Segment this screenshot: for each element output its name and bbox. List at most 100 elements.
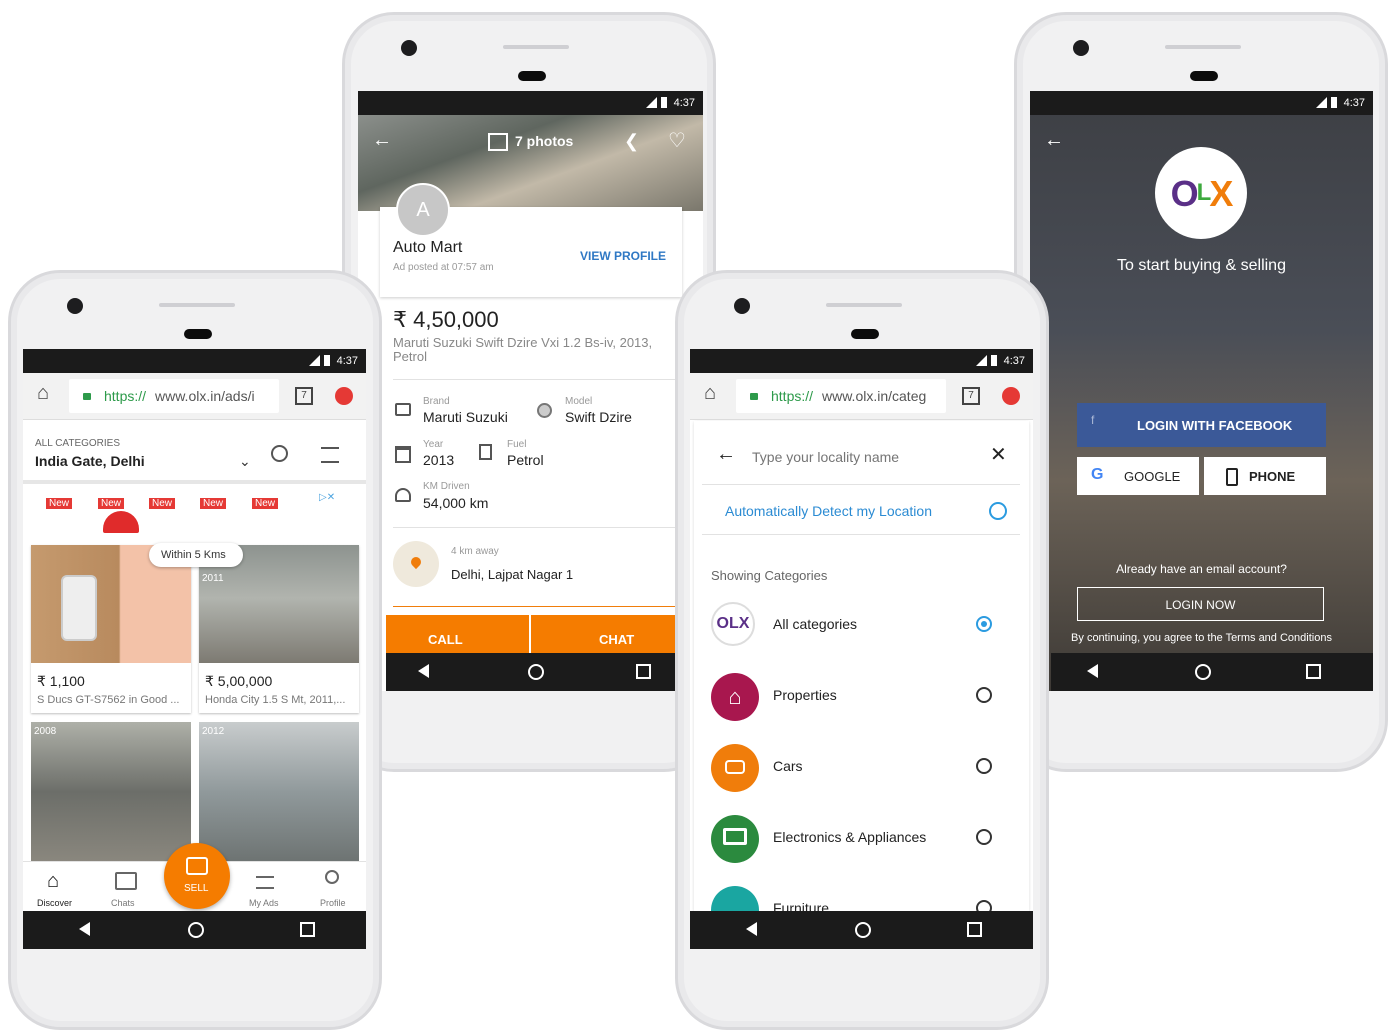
nav-home-icon[interactable]: [855, 922, 871, 938]
nav-discover[interactable]: Discover: [37, 898, 72, 908]
filter-icon[interactable]: [321, 447, 339, 463]
browser-menu-icon[interactable]: [1002, 387, 1020, 405]
listing-card[interactable]: 2012: [199, 722, 359, 862]
camera-icon: [186, 857, 208, 875]
radio-selected[interactable]: [976, 616, 992, 632]
url-field[interactable]: https:// www.olx.in/categ: [736, 379, 946, 413]
category-item[interactable]: Furniture: [690, 884, 1033, 911]
km-label: KM Driven: [423, 481, 470, 492]
nav-chats[interactable]: Chats: [111, 898, 135, 908]
nav-back-icon[interactable]: [746, 922, 757, 936]
nav-profile[interactable]: Profile: [320, 898, 346, 908]
favorite-heart-icon[interactable]: ♡: [668, 128, 686, 153]
tab-count: 7: [968, 390, 974, 401]
ad-banner[interactable]: New New New New New ▷✕: [43, 491, 351, 535]
back-arrow-icon[interactable]: ←: [372, 129, 392, 152]
nav-back-icon[interactable]: [79, 922, 90, 936]
earpiece: [1190, 71, 1218, 81]
terms-text[interactable]: By continuing, you agree to the Terms an…: [1030, 632, 1373, 644]
url-scheme: https://: [104, 388, 147, 404]
divider: [393, 606, 683, 607]
nav-recents-icon[interactable]: [636, 664, 651, 679]
tab-count-button[interactable]: 7: [962, 387, 980, 405]
list-icon[interactable]: [256, 876, 274, 889]
share-icon[interactable]: ❮: [624, 131, 639, 152]
chevron-down-icon[interactable]: ⌄: [239, 453, 251, 470]
status-bar: 4:37: [690, 349, 1033, 373]
radio-unselected[interactable]: [976, 829, 992, 845]
olx-logo: OLX: [1155, 147, 1247, 239]
year-badge: 2011: [202, 573, 224, 584]
chat-button[interactable]: CHAT: [531, 615, 676, 653]
close-icon[interactable]: ✕: [990, 442, 1007, 467]
system-navbar: [23, 911, 366, 949]
photos-count[interactable]: 7 photos: [515, 133, 573, 149]
car-icon: [711, 744, 759, 792]
location-screen: 4:37 ⌂ https:// www.olx.in/categ 7 ← ✕ A…: [690, 349, 1033, 949]
back-arrow-icon[interactable]: ←: [716, 443, 736, 466]
home-icon[interactable]: ⌂: [704, 382, 716, 405]
nav-home-icon[interactable]: [188, 922, 204, 938]
nav-back-icon[interactable]: [418, 664, 429, 678]
listing-card[interactable]: 2011 ₹ 5,00,000 Honda City 1.5 S Mt, 201…: [199, 545, 359, 713]
year-badge: 2008: [34, 726, 57, 737]
listing-card[interactable]: 2008: [31, 722, 191, 862]
speaker-grille: [503, 45, 569, 49]
seller-name: Auto Mart: [393, 239, 463, 256]
category-label: Electronics & Appliances: [773, 829, 927, 845]
car-brand-icon: [395, 403, 411, 416]
nav-recents-icon[interactable]: [967, 922, 982, 937]
dress-image: [103, 511, 139, 533]
category-item[interactable]: Cars: [690, 742, 1033, 792]
category-item[interactable]: OLX All categories: [690, 600, 1033, 650]
divider: [702, 484, 1020, 485]
phone-login-button[interactable]: PHONE: [1204, 457, 1326, 495]
radio-unselected[interactable]: [976, 758, 992, 774]
year-badge: 2012: [202, 726, 225, 737]
view-profile-button[interactable]: VIEW PROFILE: [580, 249, 666, 263]
nav-recents-icon[interactable]: [1306, 664, 1321, 679]
category-item[interactable]: Electronics & Appliances: [690, 813, 1033, 863]
lock-icon: [750, 393, 758, 400]
browser-menu-icon[interactable]: [335, 387, 353, 405]
nav-home-icon[interactable]: [1195, 664, 1211, 680]
listing-card[interactable]: ₹ 1,100 S Ducs GT-S7562 in Good ...: [31, 545, 191, 713]
account-prompt: Already have an email account?: [1116, 562, 1287, 576]
google-label: GOOGLE: [1124, 469, 1181, 484]
call-button[interactable]: CALL: [386, 615, 529, 653]
chats-icon[interactable]: [115, 872, 137, 890]
front-camera: [401, 40, 417, 56]
posted-time: Ad posted at 07:57 am: [393, 262, 494, 273]
divider: [393, 527, 683, 528]
radio-dot: [981, 621, 987, 627]
listing-price: ₹ 1,100: [37, 673, 85, 689]
back-arrow-icon[interactable]: ←: [1044, 129, 1064, 152]
monitor-icon: [711, 815, 759, 863]
radio-unselected[interactable]: [976, 900, 992, 911]
detect-location-link[interactable]: Automatically Detect my Location: [725, 503, 932, 519]
login-now-button[interactable]: LOGIN NOW: [1077, 587, 1324, 621]
tab-count-button[interactable]: 7: [295, 387, 313, 405]
year-label: Year: [423, 439, 444, 450]
location-value[interactable]: India Gate, Delhi: [35, 453, 145, 469]
nav-recents-icon[interactable]: [300, 922, 315, 937]
home-icon[interactable]: ⌂: [37, 382, 49, 405]
gps-target-icon[interactable]: [989, 502, 1007, 520]
facebook-login-button[interactable]: f LOGIN WITH FACEBOOK: [1077, 403, 1326, 447]
discover-home-icon[interactable]: ⌂: [47, 870, 59, 893]
nav-home-icon[interactable]: [528, 664, 544, 680]
google-login-button[interactable]: G GOOGLE: [1077, 457, 1199, 495]
search-icon[interactable]: [271, 445, 288, 462]
nav-my-ads[interactable]: My Ads: [249, 898, 279, 908]
url-field[interactable]: https:// www.olx.in/ads/i: [69, 379, 279, 413]
adchoices-icon[interactable]: ▷✕: [319, 492, 335, 503]
sell-button[interactable]: SELL: [164, 843, 230, 909]
radio-unselected[interactable]: [976, 687, 992, 703]
shadow-divider: [23, 480, 366, 484]
facebook-label: LOGIN WITH FACEBOOK: [1137, 418, 1293, 433]
category-item[interactable]: ⌂ Properties: [690, 671, 1033, 721]
locality-search-input[interactable]: [750, 445, 974, 469]
profile-icon[interactable]: [325, 870, 339, 884]
nav-back-icon[interactable]: [1087, 664, 1098, 678]
discover-screen: 4:37 ⌂ https:// www.olx.in/ads/i 7 ALL C…: [23, 349, 366, 949]
